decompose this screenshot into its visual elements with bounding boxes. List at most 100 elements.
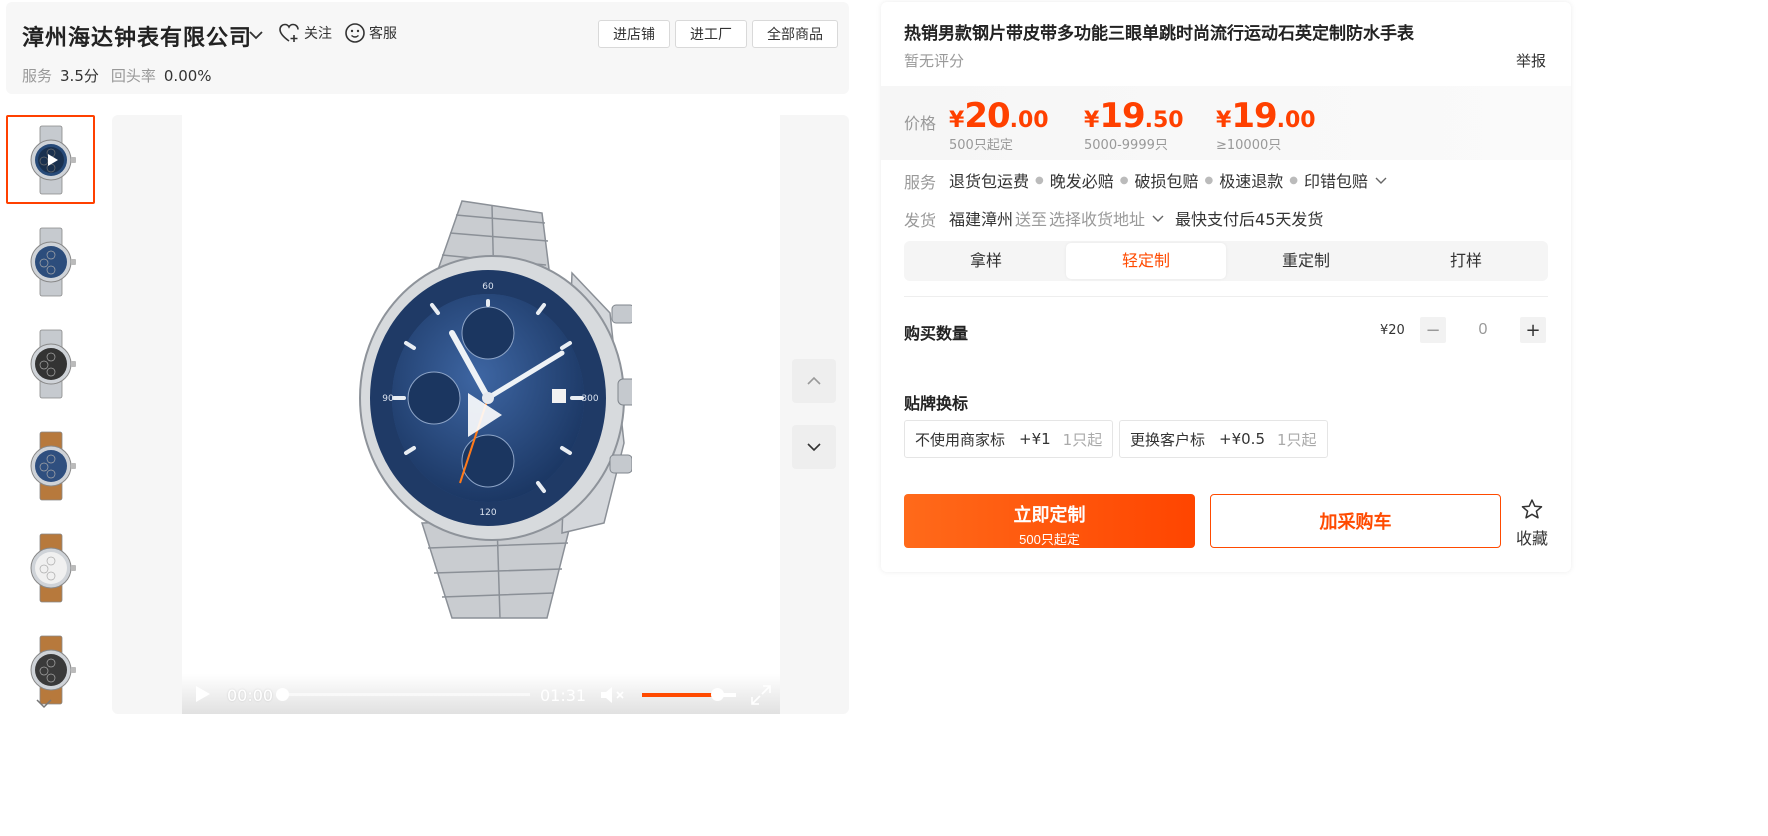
price-currency: ¥ [1216,108,1232,133]
chevron-down-icon[interactable] [1374,173,1388,187]
price-decimal: .00 [1009,108,1049,133]
tab-heavy-customize[interactable]: 重定制 [1226,243,1386,279]
svg-text:90: 90 [382,394,394,404]
report-link[interactable]: 举报 [1516,50,1546,71]
service-tag: 破损包赔 [1134,172,1199,191]
product-rating: 暂无评分 [904,52,965,70]
service-tag: 退货包运费 [949,172,1030,191]
svg-text:300: 300 [581,394,598,404]
shipping-row-label: 发货 [904,211,937,230]
price-integer: 20 [964,96,1010,136]
watch-thumbnail-image [30,329,76,398]
thumb-blue-steel[interactable] [6,217,95,306]
buy-sub-label: 500只起定 [1019,531,1080,547]
ship-origin: 福建漳州 [949,210,1014,229]
shop-header: 漳州海达钟表有限公司 关注 客服 进店铺 进工厂 全部商品 服务 3.5分 回头率 0… [6,2,849,94]
thumb-video[interactable] [6,115,95,204]
play-icon[interactable] [462,389,506,441]
enter-shop-button[interactable]: 进店铺 [598,20,670,48]
price-tier-2: ¥19.50 5000-9999只 [1084,96,1184,153]
increase-quantity-button[interactable]: + [1520,317,1546,343]
shipping-info: 福建漳州 送至 选择收货地址 最快支付后45天发货 [949,206,1323,230]
return-rate-value: 0.00% [163,67,212,85]
price-integer: 19 [1231,96,1277,136]
watch-thumbnail-image [30,431,76,500]
fullscreen-icon[interactable] [750,684,772,706]
progress-bar[interactable] [276,688,530,701]
play-icon [37,146,64,173]
service-label: 客服 [369,26,397,42]
enter-factory-button[interactable]: 进工厂 [675,20,747,48]
option-min: 1只起 [1062,430,1103,449]
current-time: 00:00 [227,686,274,705]
next-image-button[interactable] [792,425,836,469]
service-row-label: 服务 [904,173,937,192]
volume-slider[interactable] [642,688,736,701]
watch-thumbnail-image [30,227,76,296]
service-score-value: 3.5分 [60,67,99,85]
option-price: +¥1 [1019,430,1051,448]
product-title: 热销男款钢片带皮带多功能三眼单跳时尚流行运动石英定制防水手表 [904,24,1414,44]
price-min-qty: 500只起定 [949,138,1013,153]
service-score-label: 服务 [22,67,53,85]
volume-knob[interactable] [711,688,725,701]
follow-button[interactable]: 关注 [278,22,332,44]
ship-to-label: 送至 [1015,210,1048,229]
price-label: 价格 [904,114,937,133]
chevron-down-icon[interactable] [1151,211,1165,225]
duration: 01:31 [540,686,587,705]
ship-time: 最快支付后45天发货 [1175,210,1324,229]
follow-label: 关注 [304,26,332,42]
brand-option-merchant[interactable]: 不使用商家标 +¥1 1只起 [904,420,1114,458]
previous-image-button[interactable] [792,359,836,403]
service-tags[interactable]: 退货包运费 ● 晚发必赔 ● 破损包赔 ● 极速退款 ● 印错包赔 [949,168,1388,192]
select-address-link[interactable]: 选择收货地址 [1049,206,1145,230]
price-currency: ¥ [1084,108,1100,133]
tab-sample[interactable]: 拿样 [906,243,1066,279]
shop-name[interactable]: 漳州海达钟表有限公司 [22,20,252,52]
service-tag: 极速退款 [1219,172,1284,191]
chevron-down-icon[interactable] [247,26,265,44]
divider [904,296,1548,297]
media-stage: 60 300 90 120 00:00 01:31 [112,115,849,714]
option-name: 不使用商家标 [915,430,1006,449]
chevron-down-icon[interactable] [34,696,54,712]
brand-option-customer[interactable]: 更换客户标 +¥0.5 1只起 [1119,420,1328,458]
progress-knob[interactable] [276,688,289,701]
price-integer: 19 [1099,96,1145,136]
customize-now-button[interactable]: 立即定制 500只起定 [904,494,1195,548]
quantity-input[interactable] [1461,317,1505,343]
price-min-qty: ≥10000只 [1216,138,1282,153]
favorite-label: 收藏 [1515,529,1548,548]
favorite-button[interactable]: 收藏 [1515,498,1549,549]
volume-muted-icon[interactable] [599,685,629,705]
all-products-button[interactable]: 全部商品 [752,20,838,48]
smiley-service-icon [345,23,365,43]
thumb-blue-leather[interactable] [6,421,95,510]
service-tag: 晚发必赔 [1049,172,1114,191]
price-decimal: .00 [1276,108,1316,133]
add-to-cart-button[interactable]: 加采购车 [1210,494,1501,548]
thumb-white-leather[interactable] [6,523,95,612]
option-price: +¥0.5 [1219,430,1265,448]
star-icon [1521,499,1543,519]
price-bar: 价格 ¥20.00 500只起定 ¥19.50 5000-9999只 ¥19.0… [881,86,1571,160]
play-icon[interactable] [192,684,212,704]
chevron-down-icon [807,443,821,452]
thumb-black-steel[interactable] [6,319,95,408]
price-currency: ¥ [949,108,965,133]
brand-label: 贴牌换标 [904,394,969,413]
product-video[interactable]: 60 300 90 120 00:00 01:31 [182,115,780,714]
price-tier-3: ¥19.00 ≥10000只 [1216,96,1316,153]
decrease-quantity-button[interactable]: − [1420,317,1446,343]
tab-light-customize[interactable]: 轻定制 [1066,243,1226,279]
watch-thumbnail-image [30,533,76,602]
shop-stats: 服务 3.5分 回头率 0.00% [22,65,224,86]
tab-proofing[interactable]: 打样 [1386,243,1546,279]
product-panel: 热销男款钢片带皮带多功能三眼单跳时尚流行运动石英定制防水手表 暂无评分 举报 价… [881,2,1571,572]
service-tag: 印错包赔 [1304,172,1369,191]
svg-text:60: 60 [482,282,494,292]
video-controls: 00:00 01:31 [182,674,780,714]
buy-label: 立即定制 [1013,504,1086,525]
customer-service-button[interactable]: 客服 [344,22,397,44]
